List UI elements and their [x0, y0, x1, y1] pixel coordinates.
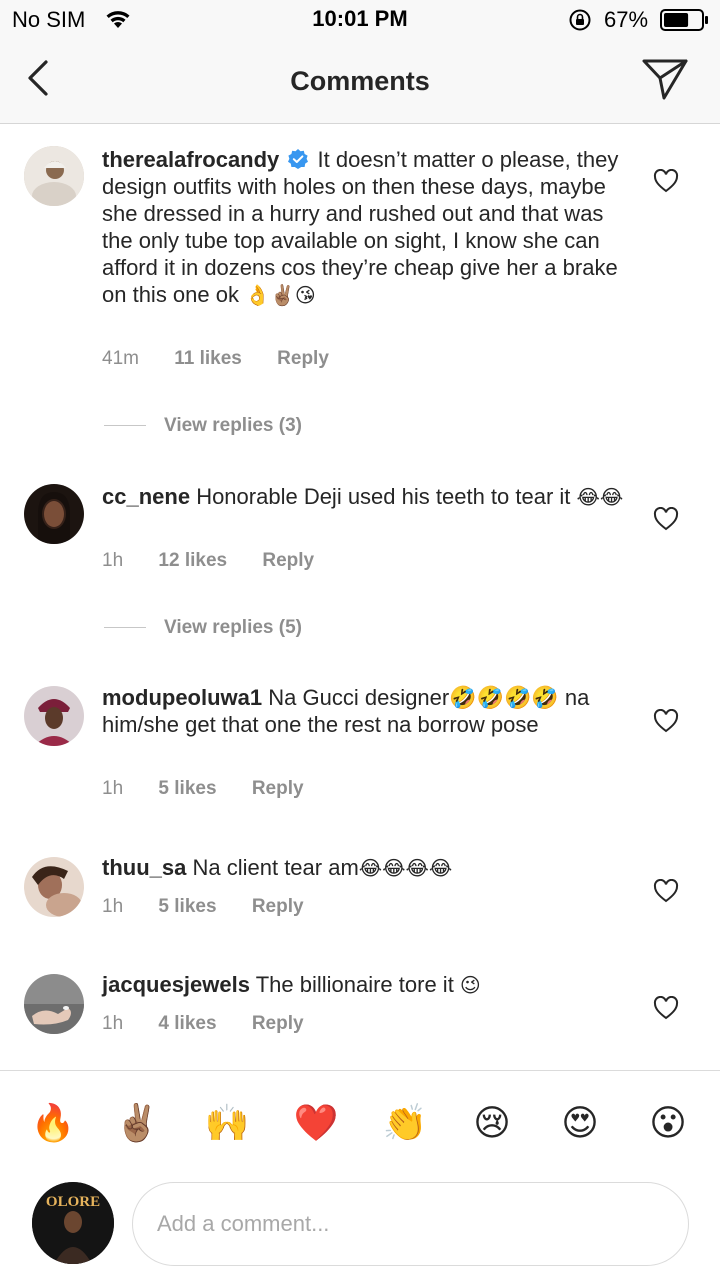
like-heart-icon[interactable]	[653, 879, 679, 903]
view-replies-label: View replies (3)	[164, 415, 302, 436]
comment-timestamp: 1h	[102, 550, 124, 571]
like-heart-icon[interactable]	[653, 709, 679, 733]
comment-message: Na client tear am	[192, 855, 359, 880]
reply-button[interactable]: Reply	[252, 896, 304, 918]
crying-face-emoji-button[interactable]: 😢	[467, 1099, 517, 1149]
view-replies-button[interactable]: View replies (5)	[104, 617, 302, 639]
comment-text: modupeoluwa1 Na Gucci designer🤣🤣🤣🤣 na hi…	[102, 684, 630, 738]
profile-photo	[24, 857, 84, 917]
avatar[interactable]	[24, 484, 84, 544]
comment-timestamp: 1h	[102, 1013, 124, 1034]
divider-line	[104, 627, 146, 629]
add-comment-input[interactable]	[132, 1182, 689, 1266]
avatar[interactable]	[24, 146, 84, 206]
like-heart-icon[interactable]	[653, 169, 679, 193]
profile-photo	[24, 686, 84, 746]
comment-composer: OLORE	[0, 1176, 720, 1280]
comment-text: therealafrocandy It doesn’t matter o ple…	[102, 146, 630, 309]
comment-text: cc_nene Honorable Deji used his teeth to…	[102, 483, 630, 511]
raising-hands-emoji-button[interactable]: 🙌	[202, 1099, 252, 1149]
status-bar: No SIM 10:01 PM 67%	[0, 0, 720, 40]
view-replies-label: View replies (5)	[164, 617, 302, 638]
comment-list[interactable]: therealafrocandy It doesn’t matter o ple…	[0, 124, 720, 1070]
likes-count[interactable]: 11 likes	[174, 348, 242, 370]
like-heart-icon[interactable]	[653, 996, 679, 1020]
avatar[interactable]	[24, 974, 84, 1034]
comment-text: jacquesjewels The billionaire tore it 😉	[102, 971, 630, 999]
comment-username[interactable]: thuu_sa	[102, 855, 186, 880]
paper-plane-icon[interactable]	[640, 56, 690, 102]
comment-username[interactable]: jacquesjewels	[102, 972, 250, 997]
comment-emoji: 😂😂	[576, 485, 624, 509]
likes-count[interactable]: 5 likes	[158, 896, 216, 918]
navigation-bar: Comments	[0, 40, 720, 124]
battery-icon	[660, 9, 708, 31]
comment-timestamp: 1h	[102, 778, 124, 799]
avatar[interactable]	[24, 686, 84, 746]
comment-timestamp: 1h	[102, 896, 124, 917]
rotation-lock-icon	[569, 9, 591, 31]
emoji-quick-bar: 🔥 ✌🏽 🙌 ❤️ 👏 😢 😍 😮	[0, 1070, 720, 1176]
comment-meta: 1h 5 likes Reply	[102, 778, 334, 800]
comment-meta: 1h 4 likes Reply	[102, 1013, 334, 1035]
profile-photo	[24, 146, 84, 206]
comment-emoji: 😂😂😂😂	[358, 856, 453, 880]
divider-line	[104, 425, 146, 427]
reply-button[interactable]: Reply	[262, 550, 314, 572]
comment-meta: 41m 11 likes Reply	[102, 348, 359, 370]
clapping-hands-emoji-button[interactable]: 👏	[380, 1099, 430, 1149]
comment-emoji: 😉	[459, 973, 481, 997]
surprised-face-emoji-button[interactable]: 😮	[643, 1099, 693, 1149]
comment-message: Honorable Deji used his teeth to tear it	[196, 484, 577, 509]
profile-photo	[24, 484, 84, 544]
comment-meta: 1h 12 likes Reply	[102, 550, 344, 572]
reply-button[interactable]: Reply	[252, 1013, 304, 1035]
avatar-logo-text: OLORE	[46, 1194, 100, 1210]
reply-button[interactable]: Reply	[252, 778, 304, 800]
heart-eyes-emoji-button[interactable]: 😍	[555, 1099, 605, 1149]
comment-username[interactable]: modupeoluwa1	[102, 685, 262, 710]
red-heart-emoji-button[interactable]: ❤️	[291, 1099, 341, 1149]
profile-photo	[24, 974, 84, 1034]
verified-badge-icon	[288, 149, 309, 169]
battery-percent: 67%	[604, 7, 649, 32]
like-heart-icon[interactable]	[653, 507, 679, 531]
reply-button[interactable]: Reply	[277, 348, 329, 370]
comment-username[interactable]: cc_nene	[102, 484, 190, 509]
avatar[interactable]	[24, 857, 84, 917]
comment-emoji: 👌✌🏽😘	[245, 283, 316, 307]
likes-count[interactable]: 4 likes	[158, 1013, 216, 1035]
victory-hand-emoji-button[interactable]: ✌🏽	[112, 1099, 162, 1149]
profile-photo: OLORE	[32, 1182, 114, 1264]
comment-timestamp: 41m	[102, 348, 139, 369]
likes-count[interactable]: 5 likes	[158, 778, 216, 800]
comment-username[interactable]: therealafrocandy	[102, 147, 279, 172]
comment-text: thuu_sa Na client tear am😂😂😂😂	[102, 854, 630, 882]
likes-count[interactable]: 12 likes	[158, 550, 227, 572]
comment-meta: 1h 5 likes Reply	[102, 896, 334, 918]
comment-message: The billionaire tore it	[255, 972, 460, 997]
view-replies-button[interactable]: View replies (3)	[104, 415, 302, 437]
fire-emoji-button[interactable]: 🔥	[28, 1099, 78, 1149]
page-title: Comments	[290, 66, 430, 96]
my-avatar[interactable]: OLORE	[32, 1182, 114, 1264]
